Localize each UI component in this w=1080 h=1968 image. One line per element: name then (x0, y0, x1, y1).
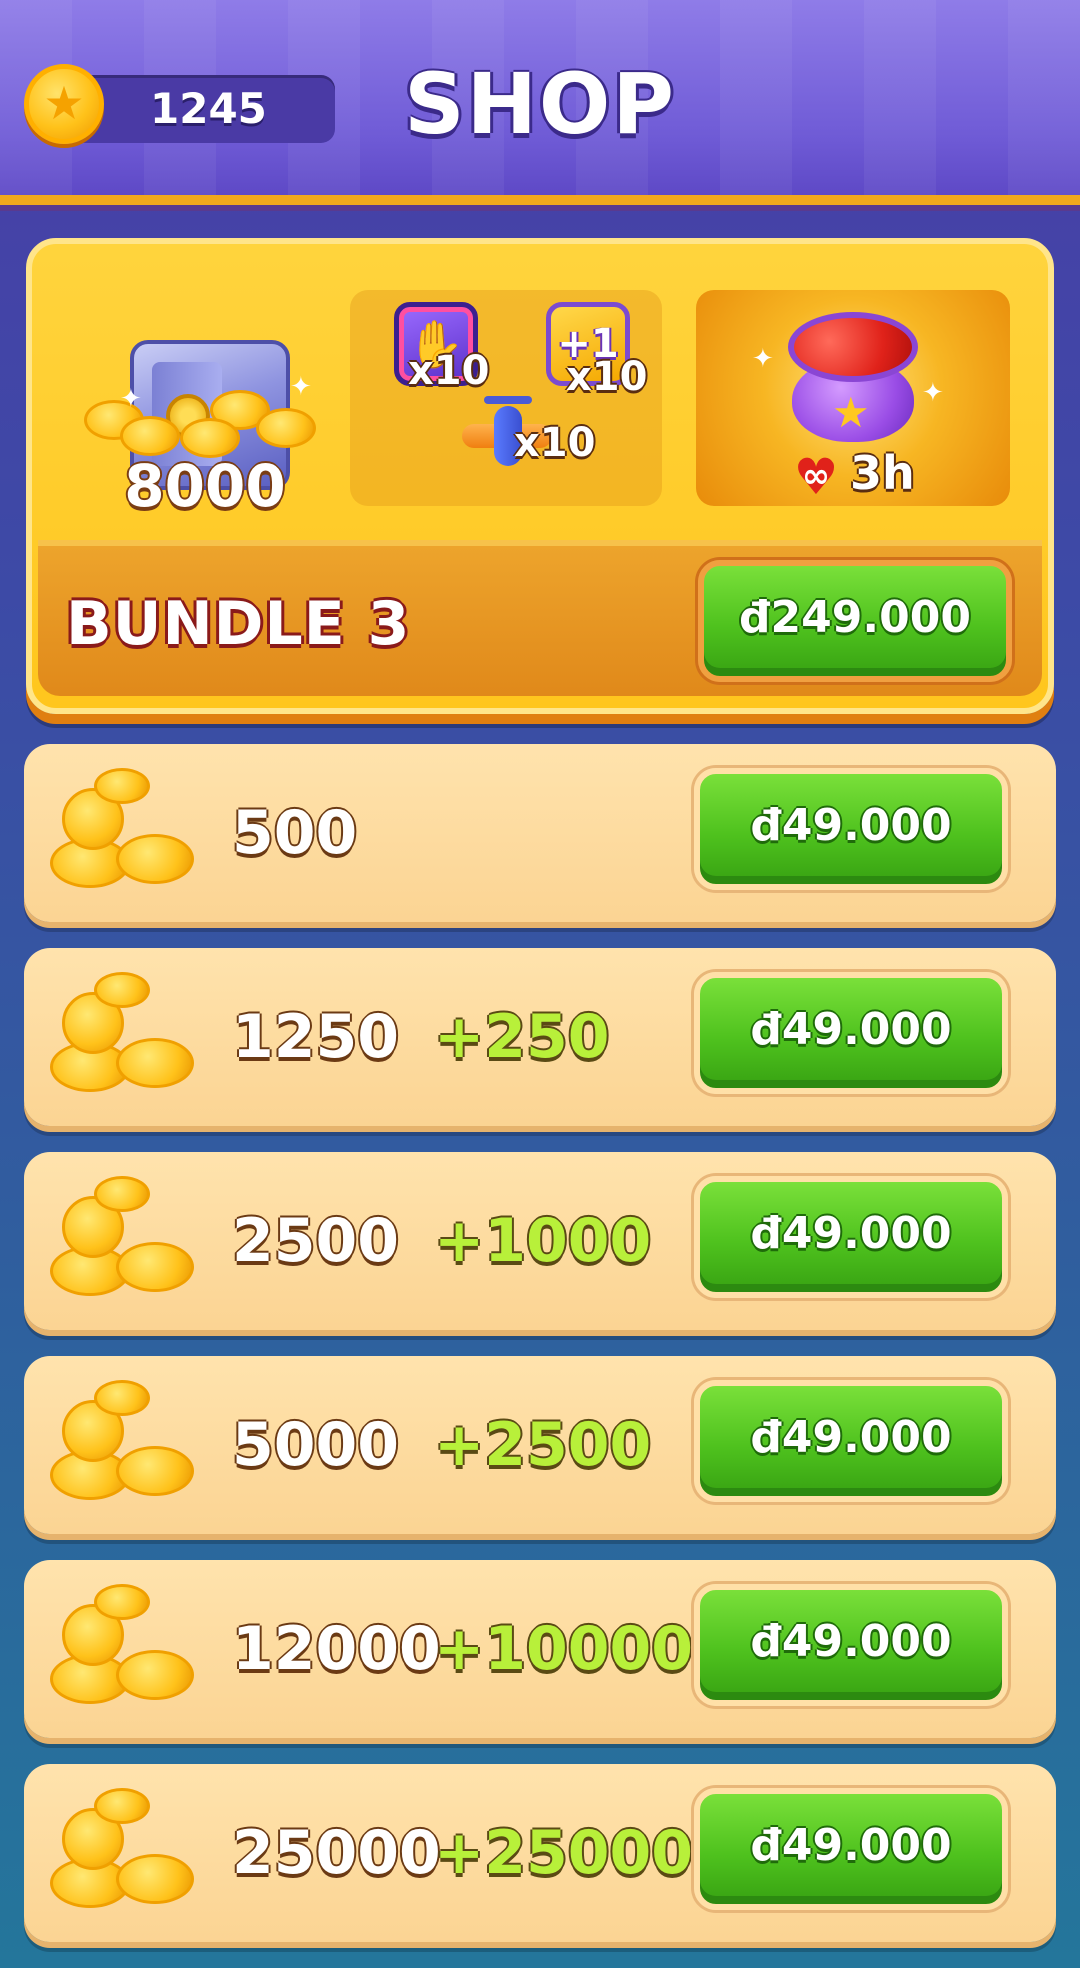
coin-stack-icon (50, 1380, 200, 1510)
coin-pack-row: 5000 +2500 đ49.000 (24, 1356, 1056, 1534)
coin-balance-value: 1245 (150, 84, 267, 133)
pack-coin-amount: 25000 (232, 1818, 441, 1888)
bundle-coins-amount: 8000 (124, 452, 286, 520)
infinity-symbol: ∞ (801, 456, 831, 496)
pack-bonus-amount: +1000 (434, 1206, 652, 1276)
coin-stack-icon (50, 768, 200, 898)
hearts-bag-icon: ★ (788, 312, 918, 442)
page-title: SHOP (404, 55, 676, 153)
coin-stack-icon (50, 972, 200, 1102)
pack-buy-button[interactable]: đ49.000 (694, 1584, 1008, 1706)
bundle-name: BUNDLE 3 (66, 589, 411, 659)
coin-stack-icon (50, 1788, 200, 1918)
coin-stack-icon (50, 1584, 200, 1714)
pack-coin-amount: 12000 (232, 1614, 441, 1684)
bundle-lives-panel: ★ ✦ ✦ ♥ ∞ 3h (696, 290, 1010, 506)
pack-buy-button[interactable]: đ49.000 (694, 972, 1008, 1094)
pack-buy-button[interactable]: đ49.000 (694, 1788, 1008, 1910)
coin-pack-row: 500 đ49.000 (24, 744, 1056, 922)
booster-qty: x10 (408, 348, 490, 394)
coin-pack-row: 2500 +1000 đ49.000 (24, 1152, 1056, 1330)
pack-bonus-amount: +25000 (434, 1818, 694, 1888)
bundle-boosters-panel: ✋ x10 +1 x10 x10 (350, 290, 662, 506)
booster-qty: x10 (566, 354, 648, 400)
coin-stack-icon (50, 1176, 200, 1306)
pack-coin-amount: 1250 (232, 1002, 399, 1072)
coin-pack-row: 25000 +25000 đ49.000 (24, 1764, 1056, 1942)
pack-coin-amount: 5000 (232, 1410, 399, 1480)
bundle-footer: BUNDLE 3 đ249.000 (38, 540, 1042, 696)
pack-bonus-amount: +250 (434, 1002, 610, 1072)
pack-bonus-amount: +10000 (434, 1614, 694, 1684)
pack-coin-amount: 500 (232, 798, 358, 868)
shop-header: 1245 ★ SHOP (0, 0, 1080, 205)
coin-pack-row: 12000 +10000 đ49.000 (24, 1560, 1056, 1738)
pack-bonus-amount: +2500 (434, 1410, 652, 1480)
coin-pack-row: 1250 +250 đ49.000 (24, 948, 1056, 1126)
bundle-buy-button[interactable]: đ249.000 (698, 560, 1012, 682)
pack-buy-button[interactable]: đ49.000 (694, 768, 1008, 890)
pack-coin-amount: 2500 (232, 1206, 399, 1276)
bundle-coins-panel: ✦ ✦ 8000 (60, 290, 350, 520)
pack-buy-button[interactable]: đ49.000 (694, 1176, 1008, 1298)
coin-icon: ★ (24, 64, 104, 144)
booster-qty: x10 (514, 420, 596, 466)
unlimited-lives-duration: 3h (850, 446, 915, 500)
bundle-offer-card: ✦ ✦ 8000 ✋ x10 +1 x10 x10 ★ ✦ ✦ ♥ ∞ 3h B… (26, 238, 1054, 714)
pack-buy-button[interactable]: đ49.000 (694, 1380, 1008, 1502)
